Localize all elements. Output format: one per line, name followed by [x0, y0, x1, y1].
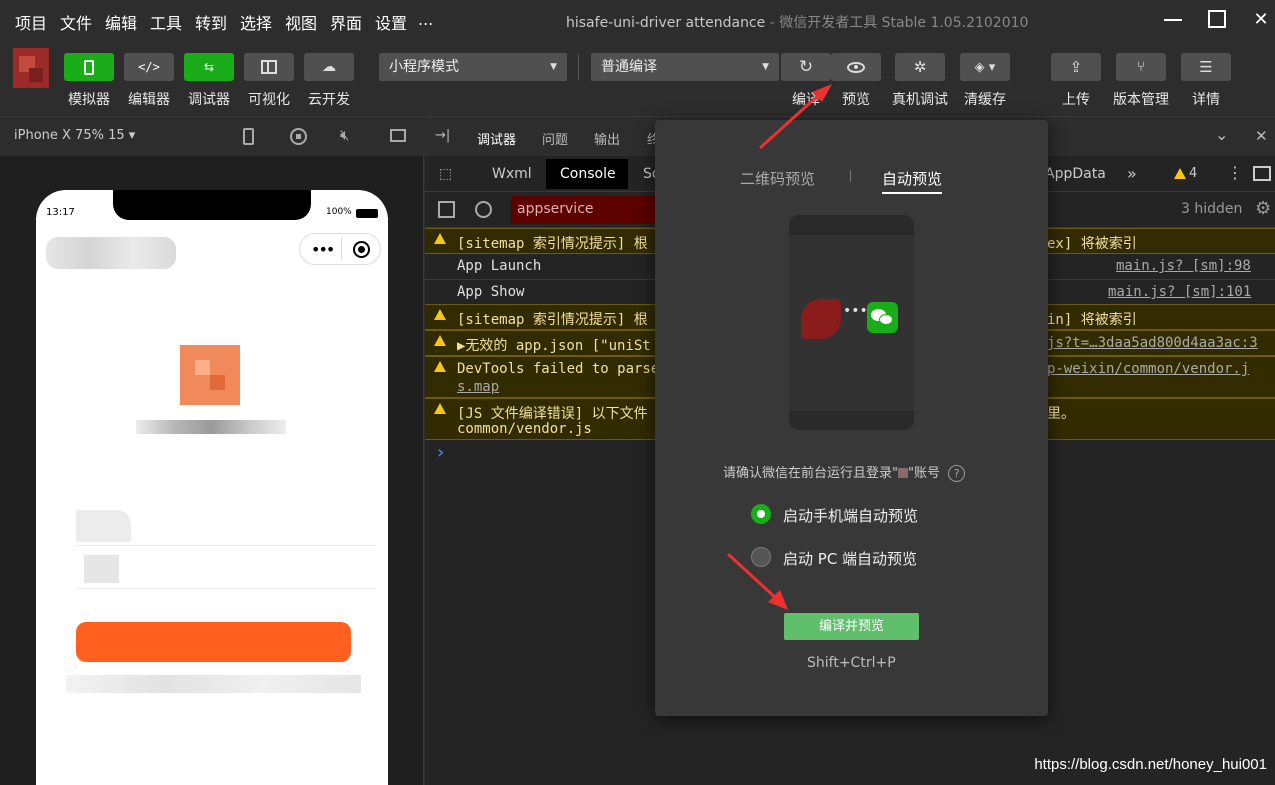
annotation-arrows	[726, 84, 832, 610]
arrow-to-preview	[758, 90, 824, 150]
watermark: https://blog.csdn.net/honey_hui001	[1034, 756, 1267, 773]
arrow-to-compile-preview	[726, 552, 780, 602]
devtools-window: 项目 文件 编辑 工具 转到 选择 视图 界面 设置 ... hisafe-un…	[0, 0, 1275, 785]
